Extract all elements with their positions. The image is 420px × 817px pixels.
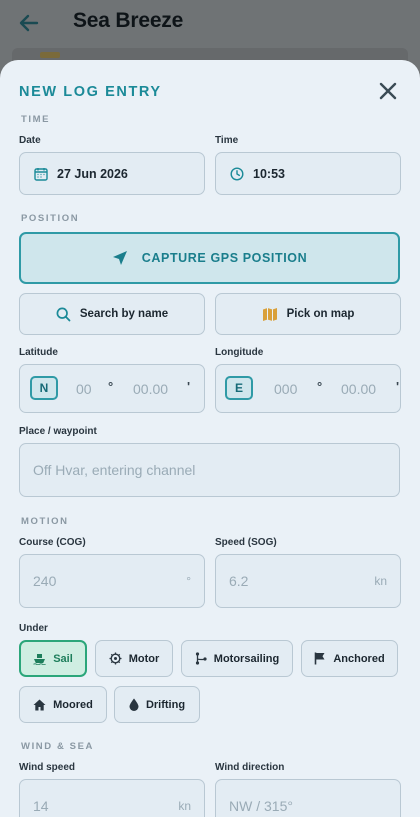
wind-speed-label: Wind speed [19,762,76,773]
sheet-title: NEW LOG ENTRY [19,84,162,100]
date-field[interactable]: 27 Jun 2026 [19,152,205,195]
section-time: TIME [21,114,51,125]
wind-direction-placeholder: NW / 315° [229,798,293,814]
pick-on-map-label: Pick on map [286,308,355,320]
branch-icon [195,652,207,665]
place-waypoint-input[interactable]: Off Hvar, entering channel [19,443,400,497]
time-label: Time [215,135,239,146]
speed-placeholder: 6.2 [229,573,249,589]
under-option-label: Motor [128,652,160,665]
background-badge [40,52,60,58]
wind-direction-label: Wind direction [215,762,285,773]
speed-input[interactable]: 6.2 kn [215,554,401,608]
section-motion: MOTION [21,516,69,527]
boat-icon [33,653,46,665]
under-label: Under [19,623,48,634]
under-option-label: Anchored [333,652,385,665]
gear-icon [109,652,122,665]
speed-unit: kn [374,574,387,588]
longitude-minutes-input[interactable]: 00.00 [341,381,376,397]
flag-icon [315,652,325,665]
map-icon [262,307,277,321]
page-title: Sea Breeze [73,9,184,32]
calendar-icon [34,167,48,181]
longitude-label: Longitude [215,347,264,358]
home-icon [33,699,46,710]
back-button[interactable] [14,8,44,38]
date-value: 27 Jun 2026 [57,166,128,181]
longitude-field[interactable]: E 000 ° 00.00 ' [215,364,401,413]
course-unit: ° [186,574,191,588]
minute-symbol: ' [187,379,191,394]
under-option-label: Drifting [145,698,186,711]
navigation-arrow-icon [112,251,127,265]
time-field[interactable]: 10:53 [215,152,401,195]
latitude-minutes-input[interactable]: 00.00 [133,381,168,397]
close-icon [379,82,397,100]
course-placeholder: 240 [33,573,57,589]
wind-speed-input[interactable]: 14 kn [19,779,205,817]
speed-label: Speed (SOG) [215,537,277,548]
under-option-motor[interactable]: Motor [95,640,173,677]
arrow-left-icon [19,14,39,32]
place-placeholder: Off Hvar, entering channel [33,462,196,478]
under-option-label: Motorsailing [213,652,280,665]
section-position: POSITION [21,213,80,224]
wind-direction-input[interactable]: NW / 315° [215,779,401,817]
under-option-drifting[interactable]: Drifting [114,686,200,723]
degree-symbol: ° [108,379,114,394]
search-by-name-label: Search by name [79,308,169,320]
new-log-entry-sheet: NEW LOG ENTRY TIME Date Time 27 Jun 2026… [0,60,420,817]
capture-gps-label: CAPTURE GPS POSITION [141,251,308,265]
degree-symbol: ° [317,379,323,394]
under-option-label: Sail [53,652,73,665]
course-label: Course (COG) [19,537,86,548]
minute-symbol: ' [396,379,400,394]
pick-on-map-button[interactable]: Pick on map [215,293,401,335]
wind-speed-placeholder: 14 [33,798,49,814]
under-option-anchored[interactable]: Anchored [301,640,398,677]
wind-speed-unit: kn [178,799,191,813]
course-input[interactable]: 240 ° [19,554,205,608]
water-drop-icon [129,698,139,711]
latitude-field[interactable]: N 00 ° 00.00 ' [19,364,205,413]
longitude-hemisphere-toggle[interactable]: E [225,376,253,400]
latitude-label: Latitude [19,347,58,358]
latitude-degrees-input[interactable]: 00 [76,381,92,397]
place-label: Place / waypoint [19,426,97,437]
date-label: Date [19,135,41,146]
latitude-hemisphere-toggle[interactable]: N [30,376,58,400]
section-wind-sea: WIND & SEA [21,741,94,752]
longitude-degrees-input[interactable]: 000 [274,381,297,397]
under-option-motorsailing[interactable]: Motorsailing [181,640,293,677]
close-button[interactable] [377,80,399,102]
time-value: 10:53 [253,166,285,181]
under-option-moored[interactable]: Moored [19,686,107,723]
clock-icon [230,166,244,181]
capture-gps-button[interactable]: CAPTURE GPS POSITION [19,232,400,284]
under-option-label: Moored [53,698,93,711]
under-option-sail[interactable]: Sail [19,640,87,677]
search-by-name-button[interactable]: Search by name [19,293,205,335]
search-icon [56,307,71,321]
